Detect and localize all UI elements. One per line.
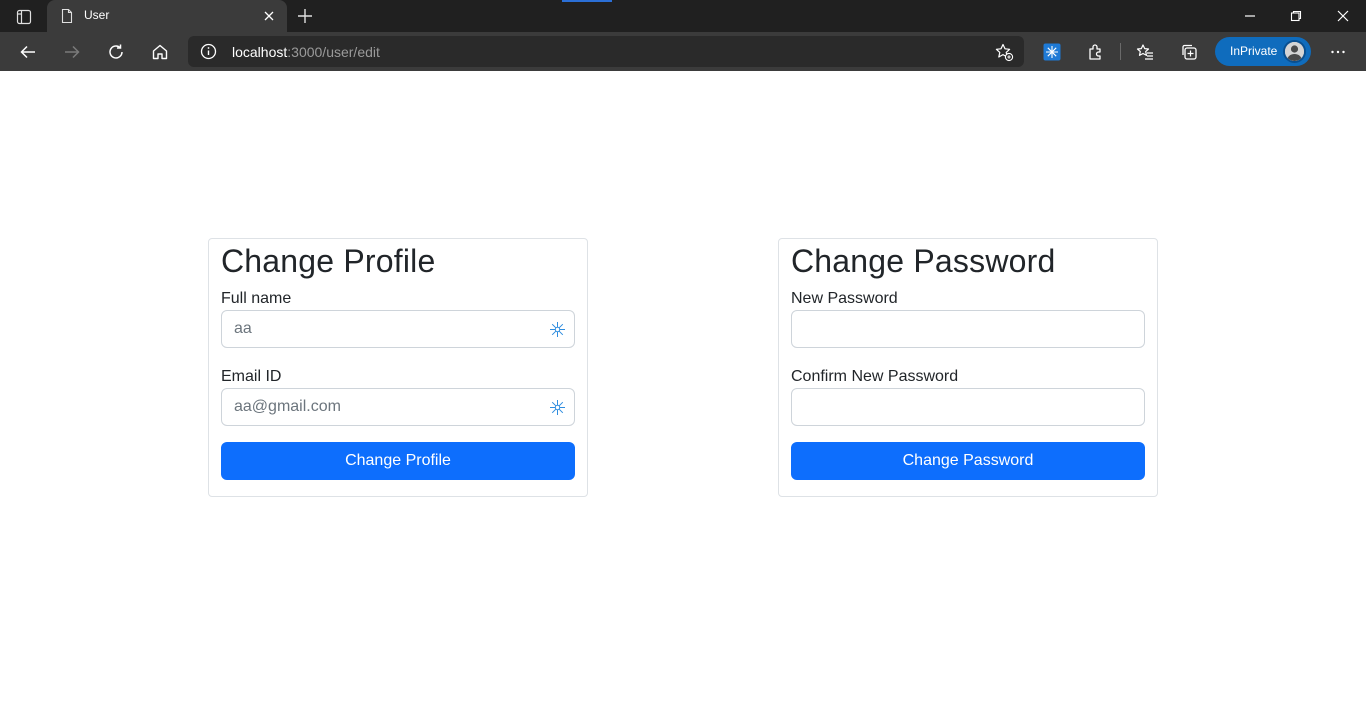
change-password-button[interactable]: Change Password [791,442,1145,480]
url-host: localhost [232,44,288,60]
new-tab-icon[interactable] [294,5,316,27]
address-bar[interactable]: localhost:3000/user/edit [188,36,1024,67]
fullname-value: aa [234,320,252,337]
new-password-label: New Password [791,290,898,307]
change-profile-card: Change Profile Full name aa Email ID aa@… [208,238,588,497]
back-icon[interactable] [16,40,40,64]
close-window-icon[interactable] [1332,5,1354,27]
confirm-password-label: Confirm New Password [791,368,959,385]
change-password-title: Change Password [791,243,1056,279]
forward-icon[interactable] [60,40,84,64]
refresh-icon[interactable] [104,40,128,64]
tab-title: User [84,8,110,22]
change-password-card: Change Password New Password Confirm New… [778,238,1158,497]
favorites-icon[interactable] [1133,40,1157,64]
email-input[interactable]: aa@gmail.com [221,388,575,426]
autofill-snowflake-icon[interactable] [549,399,566,416]
change-profile-title: Change Profile [221,243,436,279]
inprivate-profile-button[interactable]: InPrivate [1215,37,1311,66]
new-password-input[interactable] [791,310,1145,348]
autofill-snowflake-icon[interactable] [549,321,566,338]
extension-snowflake-icon[interactable] [1040,40,1064,64]
page-icon [59,8,75,24]
more-options-icon[interactable] [1326,40,1350,64]
email-value: aa@gmail.com [234,398,341,415]
change-profile-button[interactable]: Change Profile [221,442,575,480]
browser-tab-active[interactable]: User [47,0,287,32]
inprivate-label: InPrivate [1230,44,1278,58]
url-path: :3000/user/edit [287,44,380,60]
collections-icon[interactable] [1177,40,1201,64]
tab-actions-icon[interactable] [10,6,38,28]
home-icon[interactable] [148,40,172,64]
confirm-password-input[interactable] [791,388,1145,426]
toolbar-separator [1120,43,1121,60]
site-info-icon[interactable] [200,43,217,60]
browser-tab-bar: User [0,0,1366,32]
url-text: localhost:3000/user/edit [232,44,380,60]
window-accent-bar [562,0,612,2]
close-tab-icon[interactable] [261,8,277,24]
fullname-input[interactable]: aa [221,310,575,348]
add-favorite-icon[interactable] [994,42,1014,62]
minimize-icon[interactable] [1239,5,1261,27]
email-label: Email ID [221,368,282,385]
fullname-label: Full name [221,290,292,307]
extensions-icon[interactable] [1084,40,1108,64]
browser-toolbar: localhost:3000/user/edit InPrivate [0,32,1366,71]
restore-icon[interactable] [1285,5,1307,27]
avatar [1283,40,1306,63]
